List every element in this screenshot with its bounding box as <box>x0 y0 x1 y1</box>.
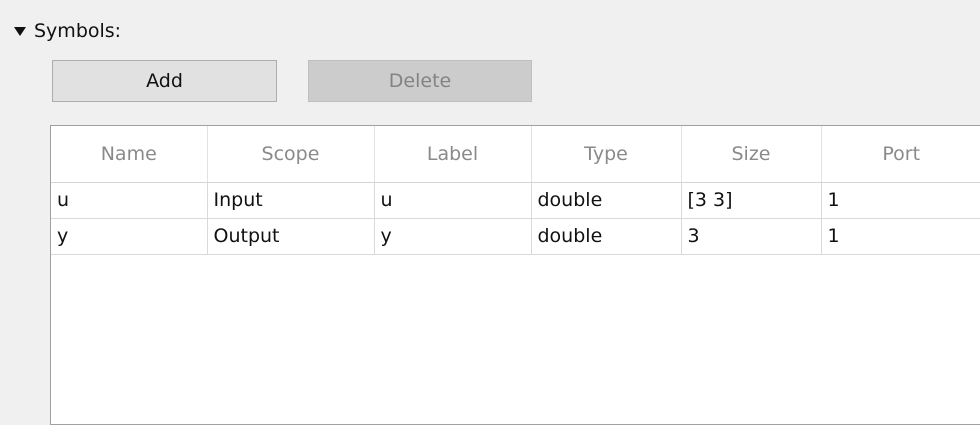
cell-name[interactable]: u <box>51 182 208 219</box>
cell-size[interactable]: [3 3] <box>681 182 822 219</box>
add-button[interactable]: Add <box>52 60 277 102</box>
column-header-label[interactable]: Label <box>374 126 532 183</box>
cell-port[interactable]: 1 <box>821 218 980 255</box>
symbols-table-container[interactable]: Name Scope Label Type Size Port u Input … <box>50 125 980 425</box>
column-header-name[interactable]: Name <box>51 126 208 183</box>
section-title: Symbols: <box>34 20 122 42</box>
table-row[interactable]: u Input u double [3 3] 1 <box>51 182 980 219</box>
column-header-type[interactable]: Type <box>531 126 682 183</box>
cell-port[interactable]: 1 <box>821 182 980 219</box>
column-header-port[interactable]: Port <box>821 126 980 183</box>
delete-button[interactable]: Delete <box>308 60 532 102</box>
triangle-down-icon[interactable] <box>14 27 26 36</box>
cell-scope[interactable]: Input <box>207 182 375 219</box>
cell-scope[interactable]: Output <box>207 218 375 255</box>
cell-name[interactable]: y <box>51 218 208 255</box>
cell-label[interactable]: y <box>374 218 532 255</box>
cell-type[interactable]: double <box>531 182 682 219</box>
symbols-section-header[interactable]: Symbols: <box>14 20 121 42</box>
table-header-row: Name Scope Label Type Size Port <box>51 126 980 183</box>
symbols-table: Name Scope Label Type Size Port u Input … <box>51 126 980 255</box>
column-header-scope[interactable]: Scope <box>207 126 375 183</box>
cell-type[interactable]: double <box>531 218 682 255</box>
cell-size[interactable]: 3 <box>681 218 822 255</box>
cell-label[interactable]: u <box>374 182 532 219</box>
column-header-size[interactable]: Size <box>681 126 822 183</box>
table-row[interactable]: y Output y double 3 1 <box>51 218 980 255</box>
